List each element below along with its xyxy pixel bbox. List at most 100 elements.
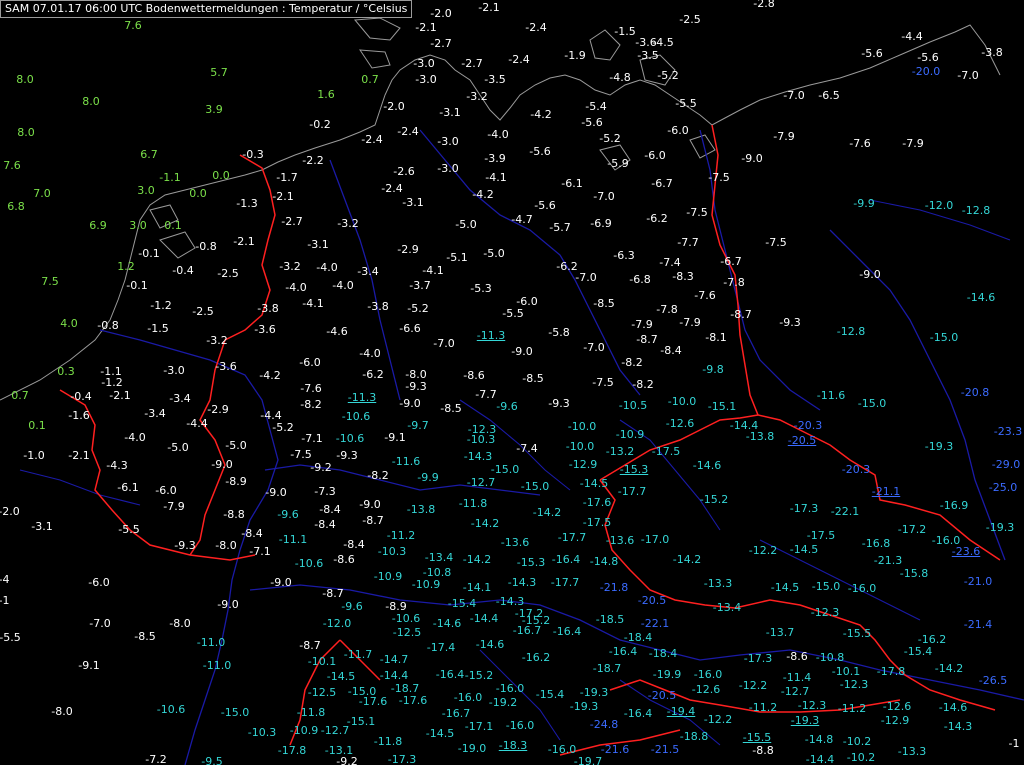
station-temperature: -4.0 [487, 128, 509, 141]
map-title-bar: SAM 07.01.17 06:00 UTC Bodenwettermeldun… [0, 0, 413, 18]
station-temperature: -13.8 [406, 503, 436, 516]
station-temperature: -17.7 [550, 576, 580, 589]
station-temperature: -13.4 [424, 551, 454, 564]
station-temperature: -8.0 [169, 617, 191, 630]
geography-layer [0, 17, 1024, 765]
coastline-islands [149, 17, 716, 259]
station-temperature: -7.6 [300, 382, 322, 395]
station-temperature: -17.0 [640, 533, 670, 546]
station-temperature: -7.8 [723, 276, 745, 289]
station-temperature: -9.2 [336, 755, 358, 765]
station-temperature: 0.0 [212, 169, 230, 182]
station-temperature: -12.3 [810, 606, 840, 619]
station-temperature: -15.8 [899, 567, 929, 580]
station-temperature: -23.6 [951, 545, 981, 558]
station-temperature: -12.3 [839, 678, 869, 691]
station-temperature: -3.4 [169, 392, 191, 405]
station-temperature: -3.0 [437, 162, 459, 175]
station-temperature: -10.9 [289, 724, 319, 737]
station-temperature: -6.8 [629, 273, 651, 286]
station-temperature: -26.5 [978, 674, 1008, 687]
station-temperature: -2.7 [461, 57, 483, 70]
station-temperature: -17.6 [398, 694, 428, 707]
station-temperature: -0.4 [70, 390, 92, 403]
station-temperature: -16.4 [435, 668, 465, 681]
station-temperature: -16.0 [693, 668, 723, 681]
station-temperature: -7.1 [301, 432, 323, 445]
station-temperature: -7.0 [89, 617, 111, 630]
station-temperature: -4.6 [326, 325, 348, 338]
station-temperature: -20.5 [637, 594, 667, 607]
station-temperature: -7.6 [849, 137, 871, 150]
station-temperature: -3.0 [413, 57, 435, 70]
station-temperature: -9.3 [548, 397, 570, 410]
station-temperature: -5.0 [225, 439, 247, 452]
station-temperature: -14.6 [475, 638, 505, 651]
station-temperature: -6.9 [590, 217, 612, 230]
station-temperature: -9.3 [405, 380, 427, 393]
station-temperature: -15.2 [699, 493, 729, 506]
station-temperature: -10.0 [567, 420, 597, 433]
station-temperature: -9.0 [217, 598, 239, 611]
station-temperature: -3.1 [307, 238, 329, 251]
station-temperature: -17.3 [387, 753, 417, 765]
station-temperature: -21.1 [871, 485, 901, 498]
station-temperature: -4.0 [316, 261, 338, 274]
station-temperature: -5.5 [502, 307, 524, 320]
station-temperature: -13.3 [703, 577, 733, 590]
station-temperature: -0.3 [242, 148, 264, 161]
station-temperature: -12.9 [568, 458, 598, 471]
station-temperature: -4.0 [359, 347, 381, 360]
station-temperature: -21.0 [963, 575, 993, 588]
station-temperature: -19.7 [573, 755, 603, 765]
station-temperature: 1.6 [317, 88, 335, 101]
station-temperature: -14.5 [770, 581, 800, 594]
station-temperature: -10.8 [815, 651, 845, 664]
station-temperature: -20.8 [960, 386, 990, 399]
station-temperature: -0.1 [138, 247, 160, 260]
station-temperature: -7.7 [475, 388, 497, 401]
station-temperature: -6.2 [646, 212, 668, 225]
station-temperature: -9.3 [174, 539, 196, 552]
station-temperature: -8.2 [300, 398, 322, 411]
station-temperature: -10.2 [842, 735, 872, 748]
station-temperature: -2.1 [68, 449, 90, 462]
station-temperature: -4.3 [106, 459, 128, 472]
station-temperature: -5.6 [861, 47, 883, 60]
station-temperature: -13.2 [605, 445, 635, 458]
station-temperature: -8.7 [636, 333, 658, 346]
station-temperature: -6.0 [88, 576, 110, 589]
station-temperature: -8.6 [333, 553, 355, 566]
station-temperature: -7.9 [902, 137, 924, 150]
station-temperature: -11.3 [476, 329, 506, 342]
station-temperature: -3.4 [144, 407, 166, 420]
station-temperature: 6.8 [7, 200, 25, 213]
station-temperature: 0.1 [164, 219, 182, 232]
station-temperature: -7.5 [686, 206, 708, 219]
station-temperature: 0.7 [361, 73, 379, 86]
station-temperature: -8.7 [322, 587, 344, 600]
station-temperature: -4.2 [530, 108, 552, 121]
station-temperature: -6.0 [644, 149, 666, 162]
station-temperature: -4.4 [186, 417, 208, 430]
station-temperature: -12.7 [320, 724, 350, 737]
station-temperature: -15.3 [619, 463, 649, 476]
station-temperature: -11.0 [196, 636, 226, 649]
station-temperature: -10.9 [373, 570, 403, 583]
station-temperature: -1 [1008, 737, 1020, 750]
station-temperature: -9.2 [310, 461, 332, 474]
station-temperature: -7.2 [145, 753, 167, 765]
station-temperature: -8.5 [134, 630, 156, 643]
station-temperature: -17.4 [426, 641, 456, 654]
station-temperature: -21.3 [873, 554, 903, 567]
station-temperature: -15.0 [929, 331, 959, 344]
station-temperature: -3.0 [163, 364, 185, 377]
station-temperature: -2.4 [361, 133, 383, 146]
station-temperature: -9.9 [417, 471, 439, 484]
station-temperature: -16.7 [441, 707, 471, 720]
station-temperature: -9.8 [702, 363, 724, 376]
station-temperature: -9.0 [741, 152, 763, 165]
station-temperature: -7.1 [249, 545, 271, 558]
station-temperature: -14.4 [469, 612, 499, 625]
station-temperature: -5.0 [167, 441, 189, 454]
